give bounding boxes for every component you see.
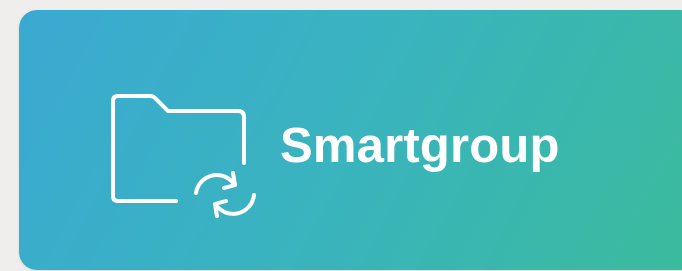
- smartgroup-card[interactable]: Smartgroup: [19, 10, 682, 270]
- folder-sync-icon: [110, 93, 260, 233]
- card-label: Smartgroup: [280, 119, 560, 173]
